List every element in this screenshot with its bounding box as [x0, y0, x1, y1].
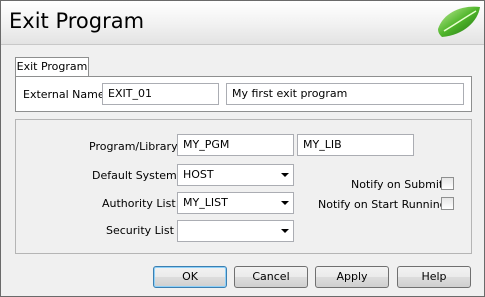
- default-system-label: Default System: [92, 169, 177, 182]
- exit-program-dialog: Exit Program Exit Program External Name …: [0, 0, 485, 297]
- title-bar: Exit Program: [1, 1, 484, 45]
- ok-button[interactable]: OK: [153, 266, 227, 288]
- details-group: Program/Library MY_PGM MY_LIB Default Sy…: [15, 119, 472, 254]
- notify-start-checkbox[interactable]: [441, 197, 454, 210]
- external-name-label: External Name: [23, 88, 105, 101]
- authority-list-label: Authority List: [102, 197, 176, 210]
- security-list-label: Security List: [106, 224, 174, 237]
- tab-exit-program[interactable]: Exit Program: [15, 57, 89, 77]
- program-input[interactable]: MY_PGM: [177, 134, 294, 156]
- exit-program-tab-panel: External Name EXIT_01 My first exit prog…: [15, 76, 472, 112]
- help-button[interactable]: Help: [397, 266, 471, 288]
- chevron-down-icon: [281, 173, 289, 177]
- library-input[interactable]: MY_LIB: [297, 134, 414, 156]
- window-title: Exit Program: [9, 9, 145, 33]
- external-name-input[interactable]: EXIT_01: [102, 83, 219, 105]
- description-input[interactable]: My first exit program: [226, 83, 464, 105]
- authority-list-value: MY_LIST: [183, 196, 228, 209]
- notify-submit-checkbox[interactable]: [441, 177, 454, 190]
- default-system-select[interactable]: HOST: [177, 164, 294, 186]
- cancel-button[interactable]: Cancel: [234, 266, 308, 288]
- security-list-select[interactable]: [177, 220, 294, 242]
- program-library-label: Program/Library: [89, 140, 178, 153]
- authority-list-select[interactable]: MY_LIST: [177, 192, 294, 214]
- notify-start-label: Notify on Start Running: [318, 198, 447, 211]
- notify-submit-label: Notify on Submit: [351, 178, 444, 191]
- app-logo-icon: [438, 6, 480, 37]
- apply-button[interactable]: Apply: [315, 266, 389, 288]
- default-system-value: HOST: [183, 168, 214, 181]
- chevron-down-icon: [281, 229, 289, 233]
- chevron-down-icon: [281, 201, 289, 205]
